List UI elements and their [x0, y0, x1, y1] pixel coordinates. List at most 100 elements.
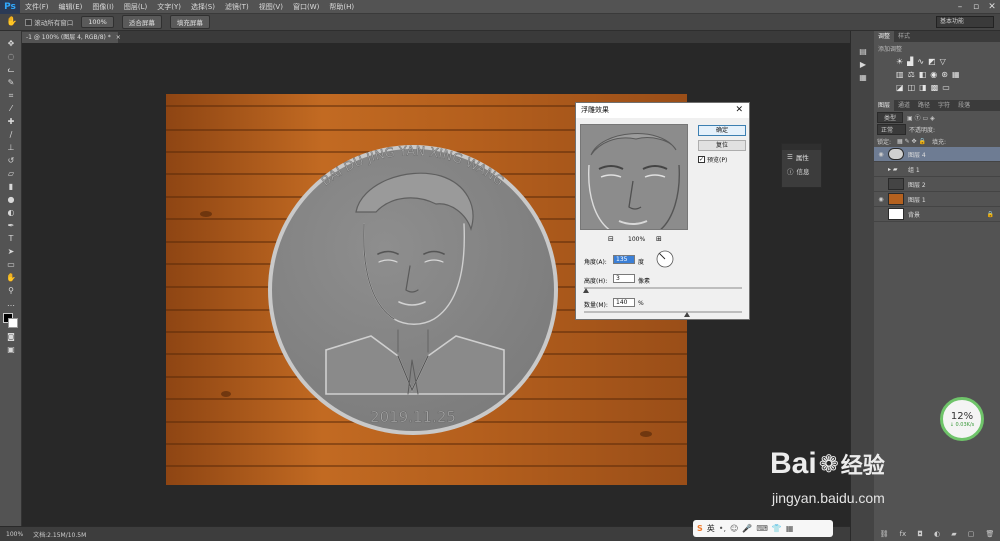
toolbox-icon[interactable]: ▦: [786, 524, 794, 533]
stamp-tool-icon[interactable]: ⊥: [0, 141, 22, 154]
tab-paths[interactable]: 路径: [914, 100, 934, 111]
hand-tool-icon[interactable]: ✋: [0, 271, 22, 284]
tab-adjustments[interactable]: 调整: [874, 31, 895, 42]
checkbox-box[interactable]: [25, 18, 33, 26]
close-tab-icon[interactable]: ×: [116, 34, 121, 41]
eraser-tool-icon[interactable]: ▱: [0, 167, 22, 180]
history-panel-icon[interactable]: ▤: [851, 45, 875, 58]
visibility-eye-icon[interactable]: ◉: [874, 151, 888, 158]
workspace-select[interactable]: 基本功能: [936, 16, 994, 28]
screen-mode-icon[interactable]: ▣: [0, 343, 22, 356]
blur-tool-icon[interactable]: ●: [0, 193, 22, 206]
channel-mixer-icon[interactable]: ⊛: [941, 70, 948, 79]
layer-kind-select[interactable]: 类型: [877, 111, 904, 123]
tab-styles[interactable]: 样式: [894, 31, 914, 42]
punctuation-icon[interactable]: •,: [719, 524, 726, 533]
layer-row[interactable]: 背景 🔒: [874, 207, 1000, 222]
menu-file[interactable]: 文件(F): [20, 2, 54, 12]
amount-input[interactable]: 140: [613, 298, 635, 307]
layer-row[interactable]: ◉ 图层 4: [874, 147, 1000, 162]
tab-paragraph[interactable]: 段落: [954, 100, 974, 111]
reset-button[interactable]: 复位: [698, 140, 746, 151]
zoom-100-button[interactable]: 100%: [81, 16, 114, 28]
preview-checkbox[interactable]: ✓: [698, 156, 705, 163]
menu-help[interactable]: 帮助(H): [324, 2, 359, 12]
photo-filter-icon[interactable]: ◉: [930, 70, 937, 79]
curves-icon[interactable]: ∿: [917, 57, 924, 66]
layer-row[interactable]: ◉ 图层 1: [874, 192, 1000, 207]
maximize-icon[interactable]: ▫: [968, 2, 984, 12]
preview-checkbox-row[interactable]: ✓ 预览(P): [698, 155, 727, 164]
adjustment-layer-icon[interactable]: ◐: [934, 530, 940, 538]
status-zoom[interactable]: 100%: [6, 531, 23, 538]
menu-layer[interactable]: 图层(L): [119, 2, 152, 12]
lasso-tool-icon[interactable]: ᓚ: [0, 63, 22, 76]
gradient-map-icon[interactable]: ▭: [942, 83, 950, 92]
history-brush-icon[interactable]: ↺: [0, 154, 22, 167]
folder-icon[interactable]: ▸ ▰: [888, 166, 908, 173]
brush-tool-icon[interactable]: ∕: [0, 128, 22, 141]
angle-input[interactable]: 135: [613, 255, 635, 264]
ime-toolbar[interactable]: S 英 •, ☺ 🎤 ⌨ 👕 ▦: [693, 520, 833, 537]
menu-image[interactable]: 图像(I): [87, 2, 119, 12]
fit-screen-button[interactable]: 适合屏幕: [121, 15, 162, 29]
eyedropper-tool-icon[interactable]: ⁄: [0, 102, 22, 115]
dodge-tool-icon[interactable]: ◐: [0, 206, 22, 219]
info-panel-button[interactable]: ⓘ 信息: [782, 164, 821, 178]
add-mask-icon[interactable]: ◘: [917, 530, 923, 538]
hand-tool-icon[interactable]: ✋: [6, 17, 17, 27]
scroll-all-windows-checkbox[interactable]: 滚动所有窗口: [25, 17, 73, 27]
zoom-in-icon[interactable]: ⊞: [656, 235, 662, 243]
new-group-icon[interactable]: ▰: [951, 530, 956, 538]
tab-character[interactable]: 字符: [934, 100, 954, 111]
quick-select-tool-icon[interactable]: ✎: [0, 76, 22, 89]
posterize-icon[interactable]: ◫: [908, 83, 916, 92]
emoji-icon[interactable]: ☺: [730, 524, 738, 533]
new-layer-icon[interactable]: ▢: [968, 530, 975, 538]
color-swatches[interactable]: [0, 312, 21, 330]
tab-layers[interactable]: 图层: [874, 100, 895, 111]
close-icon[interactable]: ✕: [984, 2, 1000, 12]
quick-mask-icon[interactable]: ◙: [0, 330, 22, 343]
levels-icon[interactable]: ▟: [907, 57, 913, 66]
gradient-tool-icon[interactable]: ▮: [0, 180, 22, 193]
pen-tool-icon[interactable]: ✒: [0, 219, 22, 232]
blend-mode-select[interactable]: 正常: [877, 123, 907, 135]
filter-preview[interactable]: [580, 124, 688, 230]
color-balance-icon[interactable]: ⚖: [908, 70, 915, 79]
ime-language[interactable]: 英: [707, 523, 715, 534]
edit-toolbar-icon[interactable]: …: [0, 297, 22, 310]
layer-row[interactable]: ▸ ▰ 组 1: [874, 162, 1000, 177]
document-tab[interactable]: -1 @ 100% (图层 4, RGB/8) * ×: [22, 32, 121, 43]
path-select-tool-icon[interactable]: ➤: [0, 245, 22, 258]
shape-tool-icon[interactable]: ▭: [0, 258, 22, 271]
brightness-icon[interactable]: ☀: [896, 57, 903, 66]
healing-tool-icon[interactable]: ✚: [0, 115, 22, 128]
ok-button[interactable]: 确定: [698, 125, 746, 136]
menu-window[interactable]: 窗口(W): [288, 2, 324, 12]
height-slider-track[interactable]: [584, 287, 742, 289]
delete-layer-icon[interactable]: 🗑: [985, 530, 994, 538]
menu-view[interactable]: 视图(V): [254, 2, 288, 12]
move-tool-icon[interactable]: ✥: [0, 37, 22, 50]
threshold-icon[interactable]: ◨: [919, 83, 927, 92]
fx-icon[interactable]: fx: [900, 530, 907, 538]
zoom-out-icon[interactable]: ⊟: [608, 235, 614, 243]
amount-slider-thumb[interactable]: [683, 312, 690, 317]
microphone-icon[interactable]: 🎤: [742, 524, 752, 533]
brush-panel-icon[interactable]: ▦: [851, 71, 875, 84]
height-input[interactable]: 3: [613, 274, 635, 283]
marquee-tool-icon[interactable]: ◌: [0, 50, 22, 63]
layer-row[interactable]: 图层 2: [874, 177, 1000, 192]
actions-panel-icon[interactable]: ▶: [851, 58, 875, 71]
properties-panel-button[interactable]: ☰ 属性: [782, 150, 821, 164]
tab-channels[interactable]: 通道: [894, 100, 914, 111]
amount-slider-track[interactable]: [584, 311, 742, 313]
height-slider-thumb[interactable]: [582, 288, 589, 293]
lock-icons[interactable]: ▦ ✎ ✥ 🔒: [897, 138, 926, 145]
dialog-titlebar[interactable]: 浮雕效果 ✕: [576, 103, 749, 118]
vibrance-icon[interactable]: ▽: [940, 57, 946, 66]
filter-icons[interactable]: ▣ Ⓣ ▭ ◈: [907, 113, 935, 122]
menu-edit[interactable]: 编辑(E): [54, 2, 88, 12]
minimize-icon[interactable]: –: [952, 2, 968, 12]
